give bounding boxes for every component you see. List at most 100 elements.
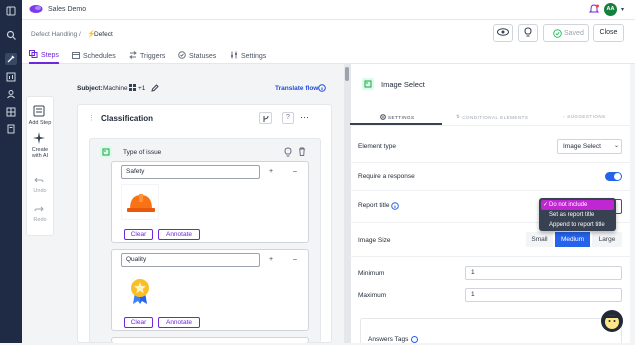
redo-button[interactable]: Redo bbox=[26, 217, 54, 223]
create-with-ai-label-2: with AI bbox=[31, 153, 49, 159]
sparkle-icon[interactable] bbox=[33, 132, 45, 146]
edit-pencil-icon[interactable] bbox=[151, 84, 159, 94]
tab-label: Steps bbox=[41, 51, 59, 59]
tab-steps[interactable]: Steps bbox=[29, 48, 59, 64]
maximum-label: Maximum bbox=[358, 292, 387, 299]
info-icon[interactable] bbox=[391, 202, 399, 212]
size-large-button[interactable]: Large bbox=[592, 232, 622, 247]
users-icon[interactable] bbox=[5, 88, 17, 100]
divider bbox=[350, 125, 630, 126]
redo-icon[interactable] bbox=[34, 204, 44, 216]
element-type-label: Element type bbox=[358, 143, 396, 150]
more-options-icon[interactable]: ⋯ bbox=[300, 112, 309, 123]
tab-label: Triggers bbox=[140, 52, 166, 60]
table-icon[interactable] bbox=[5, 106, 17, 118]
undo-button[interactable]: Undo bbox=[26, 188, 54, 194]
status-circle-icon bbox=[178, 51, 186, 61]
trash-icon[interactable] bbox=[298, 147, 306, 158]
sliders-icon bbox=[230, 51, 238, 61]
help-question-icon[interactable]: ? bbox=[282, 112, 294, 124]
search-icon[interactable] bbox=[5, 29, 17, 41]
menu-item-append-to-report-title[interactable]: Append to report title bbox=[541, 220, 614, 230]
tab-triggers[interactable]: Triggers bbox=[129, 48, 165, 64]
undo-icon[interactable] bbox=[34, 175, 44, 187]
size-medium-button[interactable]: Medium bbox=[555, 232, 590, 247]
clear-image-button[interactable]: Clear bbox=[124, 317, 153, 328]
assistant-avatar[interactable] bbox=[601, 310, 623, 332]
add-step-icon[interactable] bbox=[33, 105, 45, 119]
canvas-scrollbar-thumb[interactable] bbox=[345, 67, 349, 81]
panel-tab-suggestions[interactable]: ◦ SUGGESTIONS bbox=[563, 114, 606, 119]
chevron-down-icon: ⌄ bbox=[614, 143, 620, 149]
calendar-icon bbox=[72, 51, 80, 61]
image-select-icon bbox=[100, 146, 112, 158]
analytics-icon[interactable] bbox=[5, 71, 17, 83]
eye-icon bbox=[497, 28, 509, 38]
subject-label: Subject: bbox=[77, 85, 103, 92]
notification-bell-icon[interactable] bbox=[588, 4, 600, 17]
quality-badge-image[interactable] bbox=[121, 272, 159, 308]
step-title[interactable]: Classification bbox=[101, 114, 153, 123]
branch-button[interactable] bbox=[259, 112, 272, 124]
panel-scrollbar[interactable] bbox=[630, 64, 635, 343]
translate-flow-link[interactable]: Translate flow bbox=[275, 85, 318, 92]
image-size-label: Image Size bbox=[358, 237, 391, 244]
lightbulb-icon bbox=[524, 27, 532, 39]
top-bar bbox=[22, 0, 635, 20]
maximum-input[interactable]: 1 bbox=[465, 288, 622, 302]
add-option-button[interactable]: + bbox=[266, 255, 276, 265]
breadcrumb-current: Defect bbox=[94, 31, 113, 38]
tab-settings[interactable]: Settings bbox=[230, 48, 266, 64]
panel-tab-conditional[interactable]: ⇅ CONDITIONAL ELEMENTS bbox=[456, 114, 528, 120]
report-title-label: Report title bbox=[358, 202, 390, 209]
suggestions-button[interactable] bbox=[518, 24, 538, 42]
require-response-toggle[interactable] bbox=[605, 172, 622, 181]
minimum-input[interactable]: 1 bbox=[465, 266, 622, 280]
saved-label: Saved bbox=[564, 30, 584, 37]
annotate-button[interactable]: Annotate bbox=[158, 317, 200, 328]
info-icon[interactable] bbox=[318, 84, 326, 94]
sidebar-toggle-icon[interactable] bbox=[5, 5, 17, 17]
account-chevron-down-icon[interactable]: ▾ bbox=[621, 6, 624, 13]
app-name: Sales Demo bbox=[48, 6, 87, 13]
info-icon[interactable] bbox=[411, 336, 418, 345]
tab-statuses[interactable]: Statuses bbox=[178, 48, 216, 64]
bulb-icon: ◦ bbox=[563, 114, 566, 119]
add-option-button[interactable]: + bbox=[266, 167, 276, 177]
close-button[interactable]: Close bbox=[593, 24, 624, 42]
annotate-button[interactable]: Annotate bbox=[158, 229, 200, 240]
add-step-button[interactable]: Add Step bbox=[26, 120, 54, 126]
menu-item-set-as-report-title[interactable]: Set as report title bbox=[541, 210, 614, 220]
lightbulb-icon[interactable] bbox=[284, 147, 292, 159]
option-label-input[interactable]: Quality bbox=[121, 253, 260, 267]
tab-schedules[interactable]: Schedules bbox=[72, 48, 116, 64]
size-small-button[interactable]: Small bbox=[526, 232, 553, 247]
question-title[interactable]: Type of issue bbox=[123, 149, 161, 156]
clear-image-button[interactable]: Clear bbox=[124, 229, 153, 240]
arrows-icon bbox=[129, 51, 137, 61]
drag-handle-icon[interactable]: ⋮ bbox=[88, 114, 95, 122]
answers-tags-label: Answers Tags bbox=[368, 336, 409, 343]
menu-item-label: Do not include bbox=[549, 202, 588, 208]
element-type-select[interactable]: Image Select ⌄ bbox=[557, 139, 622, 154]
remove-option-button[interactable]: – bbox=[290, 255, 300, 265]
workflows-icon[interactable] bbox=[5, 53, 17, 65]
breadcrumb-parent[interactable]: Defect Handling / bbox=[31, 31, 81, 38]
panel-tab-label: CONDITIONAL ELEMENTS bbox=[462, 114, 529, 120]
require-response-label: Require a response bbox=[358, 173, 415, 180]
panel-tab-settings[interactable]: SETTINGS bbox=[380, 114, 415, 121]
minimum-label: Minimum bbox=[358, 270, 385, 277]
subject-value[interactable]: Machine bbox=[103, 85, 128, 92]
hard-hat-image[interactable] bbox=[121, 184, 159, 220]
app-logo-icon[interactable] bbox=[29, 4, 43, 16]
preview-button[interactable] bbox=[493, 24, 513, 42]
divider bbox=[350, 190, 630, 191]
saved-status: Saved bbox=[543, 24, 589, 42]
menu-item-do-not-include[interactable]: ✓ Do not include bbox=[541, 200, 614, 210]
remove-option-button[interactable]: – bbox=[290, 167, 300, 177]
steps-icon bbox=[29, 50, 38, 60]
left-nav-rail bbox=[0, 0, 22, 343]
option-label-input[interactable]: Safety bbox=[121, 165, 260, 179]
book-icon[interactable] bbox=[5, 123, 17, 135]
avatar[interactable]: AA bbox=[604, 3, 617, 16]
